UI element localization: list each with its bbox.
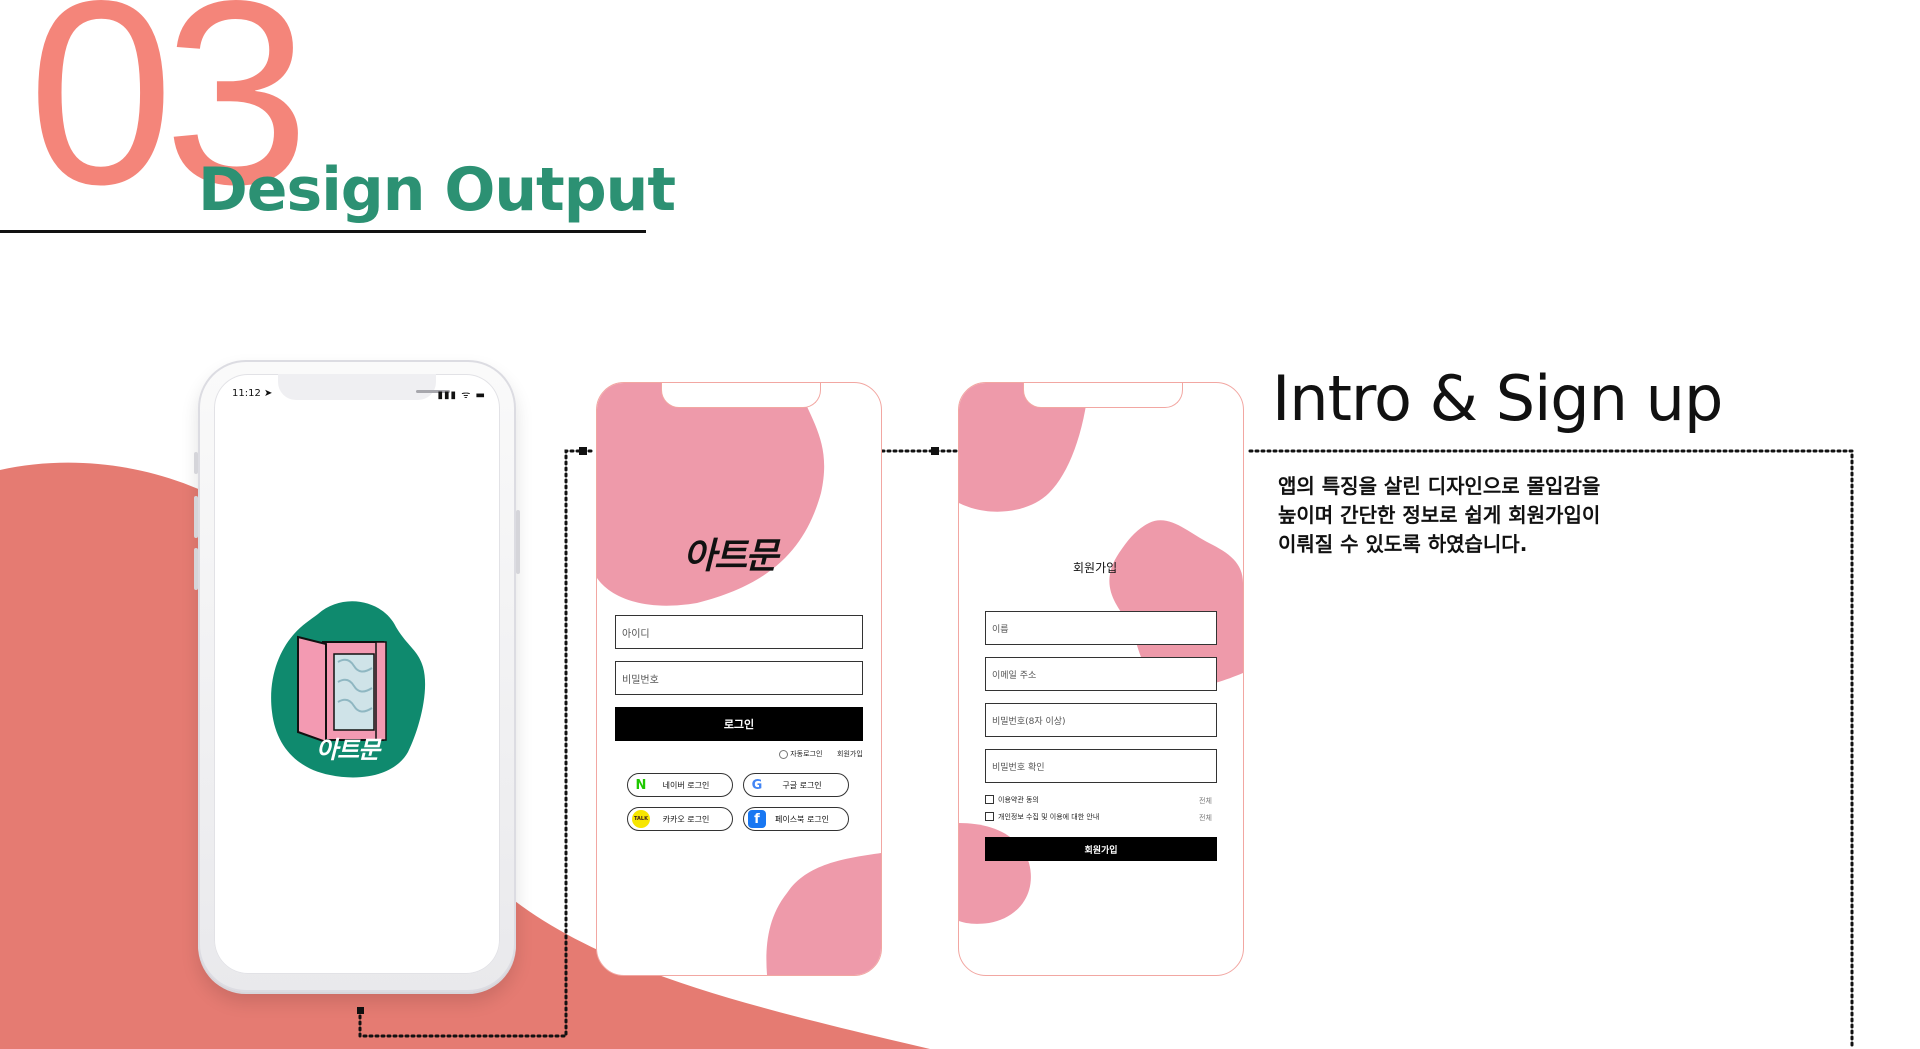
- auto-login-label: 자동로그인: [790, 750, 823, 758]
- phone-login: 아트문 아이디 비밀번호 로그인 자동로그인 회원가입 N 네이버 로그인 G …: [596, 382, 882, 976]
- signup-link[interactable]: 회원가입: [837, 749, 863, 759]
- terms-checkbox[interactable]: [985, 795, 994, 804]
- phone-side-button: [516, 510, 520, 574]
- signup-password-confirm-input[interactable]: 비밀번호 확인: [985, 749, 1217, 783]
- privacy-label: 개인정보 수집 및 이용에 대한 안내: [998, 813, 1100, 821]
- check-circle-icon: [779, 749, 788, 759]
- facebook-login-label: 페이스북 로그인: [774, 814, 830, 824]
- phone-side-button: [194, 548, 198, 590]
- naver-icon: N: [632, 776, 650, 794]
- signup-title: 회원가입: [1073, 561, 1118, 575]
- privacy-view-all[interactable]: 전체: [1199, 813, 1212, 823]
- phone-screen: 11:12 ➤ ▮▮▮ ᯤ ▬ 아트문: [214, 374, 500, 974]
- phone-notch: [1023, 383, 1183, 408]
- privacy-checkbox[interactable]: [985, 812, 994, 821]
- phone-notch: [278, 374, 450, 400]
- terms-view-all[interactable]: 전체: [1199, 796, 1212, 806]
- signup-name-input[interactable]: 이름: [985, 611, 1217, 645]
- status-icons: ▮▮▮ ᯤ ▬: [437, 390, 486, 401]
- phone-notch: [661, 383, 821, 408]
- phone-side-button: [194, 496, 198, 538]
- login-password-input[interactable]: 비밀번호: [615, 661, 863, 695]
- naver-login-button[interactable]: N 네이버 로그인: [627, 773, 733, 797]
- status-time: 11:12 ➤: [232, 388, 273, 399]
- signup-submit-button[interactable]: 회원가입: [985, 837, 1217, 861]
- google-icon: G: [748, 776, 766, 794]
- facebook-icon: f: [748, 810, 766, 828]
- facebook-login-button[interactable]: f 페이스북 로그인: [743, 807, 849, 831]
- login-id-input[interactable]: 아이디: [615, 615, 863, 649]
- kakao-login-button[interactable]: TALK 카카오 로그인: [627, 807, 733, 831]
- login-button[interactable]: 로그인: [615, 707, 863, 741]
- intro-description-line: 앱의 특징을 살린 디자인으로 몰입감을: [1278, 474, 1601, 498]
- login-brand-logo: 아트문: [683, 536, 778, 577]
- phone-intro: 11:12 ➤ ▮▮▮ ᯤ ▬ 아트문: [194, 360, 520, 992]
- intro-description-line: 이뤄질 수 있도록 하였습니다.: [1278, 532, 1528, 556]
- google-login-button[interactable]: G 구글 로그인: [743, 773, 849, 797]
- kakao-icon: TALK: [632, 810, 650, 828]
- intro-description: 앱의 특징을 살린 디자인으로 몰입감을 높이며 간단한 정보로 쉽게 회원가입…: [1278, 472, 1738, 559]
- google-login-label: 구글 로그인: [782, 780, 822, 790]
- kakao-login-label: 카카오 로그인: [662, 814, 710, 824]
- signup-email-input[interactable]: 이메일 주소: [985, 657, 1217, 691]
- intro-title: Intro & Sign up: [1272, 362, 1723, 435]
- signup-password-input[interactable]: 비밀번호(8자 이상): [985, 703, 1217, 737]
- intro-description-line: 높이며 간단한 정보로 쉽게 회원가입이: [1278, 503, 1601, 527]
- auto-login-option[interactable]: 자동로그인: [779, 749, 822, 759]
- splash-logo-text: 아트문: [316, 736, 380, 764]
- phone-side-button: [194, 452, 198, 474]
- phone-signup: 회원가입 이름 이메일 주소 비밀번호(8자 이상) 비밀번호 확인 이용약관 …: [958, 382, 1244, 976]
- title-underline: [0, 230, 646, 233]
- naver-login-label: 네이버 로그인: [662, 780, 710, 790]
- terms-label: 이용약관 동의: [998, 796, 1039, 804]
- section-title: Design Output: [198, 155, 676, 225]
